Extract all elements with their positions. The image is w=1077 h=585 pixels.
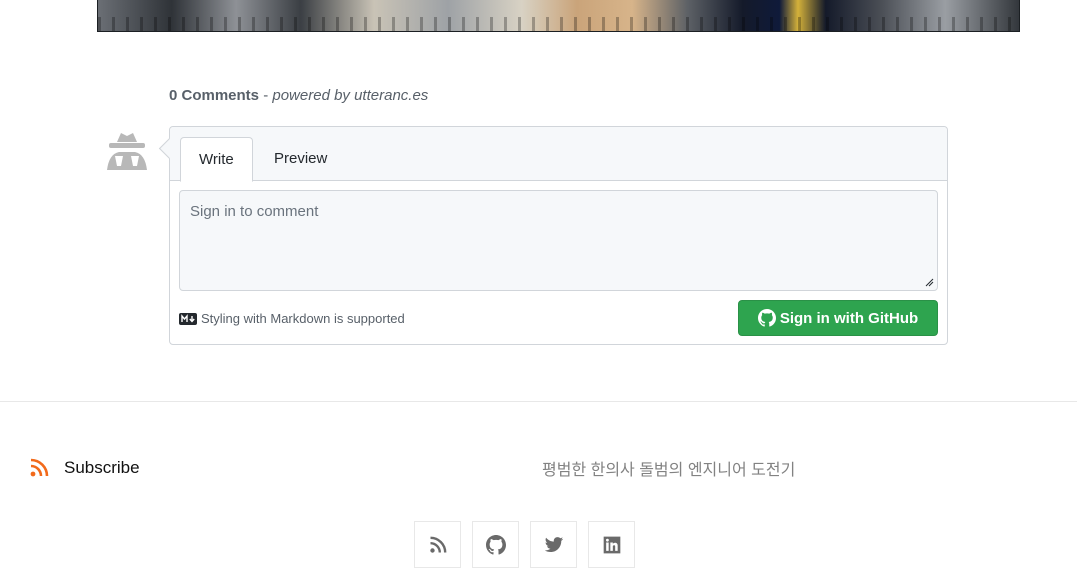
- social-linkedin-link[interactable]: [588, 521, 635, 568]
- markdown-icon: [179, 312, 197, 325]
- subscribe-label: Subscribe: [64, 458, 140, 477]
- tab-preview[interactable]: Preview: [256, 137, 345, 181]
- comment-form: Write Preview Styling with Markdown is s…: [169, 126, 948, 345]
- sign-in-with-github-button[interactable]: Sign in with GitHub: [738, 300, 938, 336]
- social-twitter-link[interactable]: [530, 521, 577, 568]
- blog-tagline: 평범한 한의사 돌범의 엔지니어 도전기: [542, 462, 796, 479]
- linkedin-icon: [603, 536, 620, 553]
- social-github-link[interactable]: [472, 521, 519, 568]
- markdown-hint-text: Styling with Markdown is supported: [201, 311, 405, 326]
- post-hero-image: [97, 0, 1020, 32]
- anonymous-avatar-icon: [103, 128, 151, 176]
- comment-count: 0 Comments: [169, 87, 260, 104]
- rss-icon: [30, 458, 49, 477]
- twitter-icon: [544, 536, 563, 552]
- tab-write[interactable]: Write: [180, 137, 253, 182]
- comments-separator: -: [259, 87, 273, 104]
- footer-divider: [0, 401, 1077, 402]
- markdown-hint[interactable]: Styling with Markdown is supported: [179, 311, 405, 326]
- subscribe-link[interactable]: Subscribe: [29, 458, 140, 478]
- social-rss-link[interactable]: [414, 521, 461, 568]
- powered-by-link[interactable]: powered by utteranc.es: [272, 87, 428, 104]
- comments-header: 0 Comments - powered by utteranc.es: [169, 87, 428, 104]
- rss-icon: [429, 536, 446, 553]
- comment-input[interactable]: [179, 190, 938, 291]
- github-icon: [485, 534, 506, 555]
- sign-in-button-label: Sign in with GitHub: [779, 309, 919, 327]
- comment-tab-bar: Write Preview: [170, 127, 947, 182]
- resize-handle-icon[interactable]: [924, 277, 934, 287]
- github-icon: [757, 309, 776, 327]
